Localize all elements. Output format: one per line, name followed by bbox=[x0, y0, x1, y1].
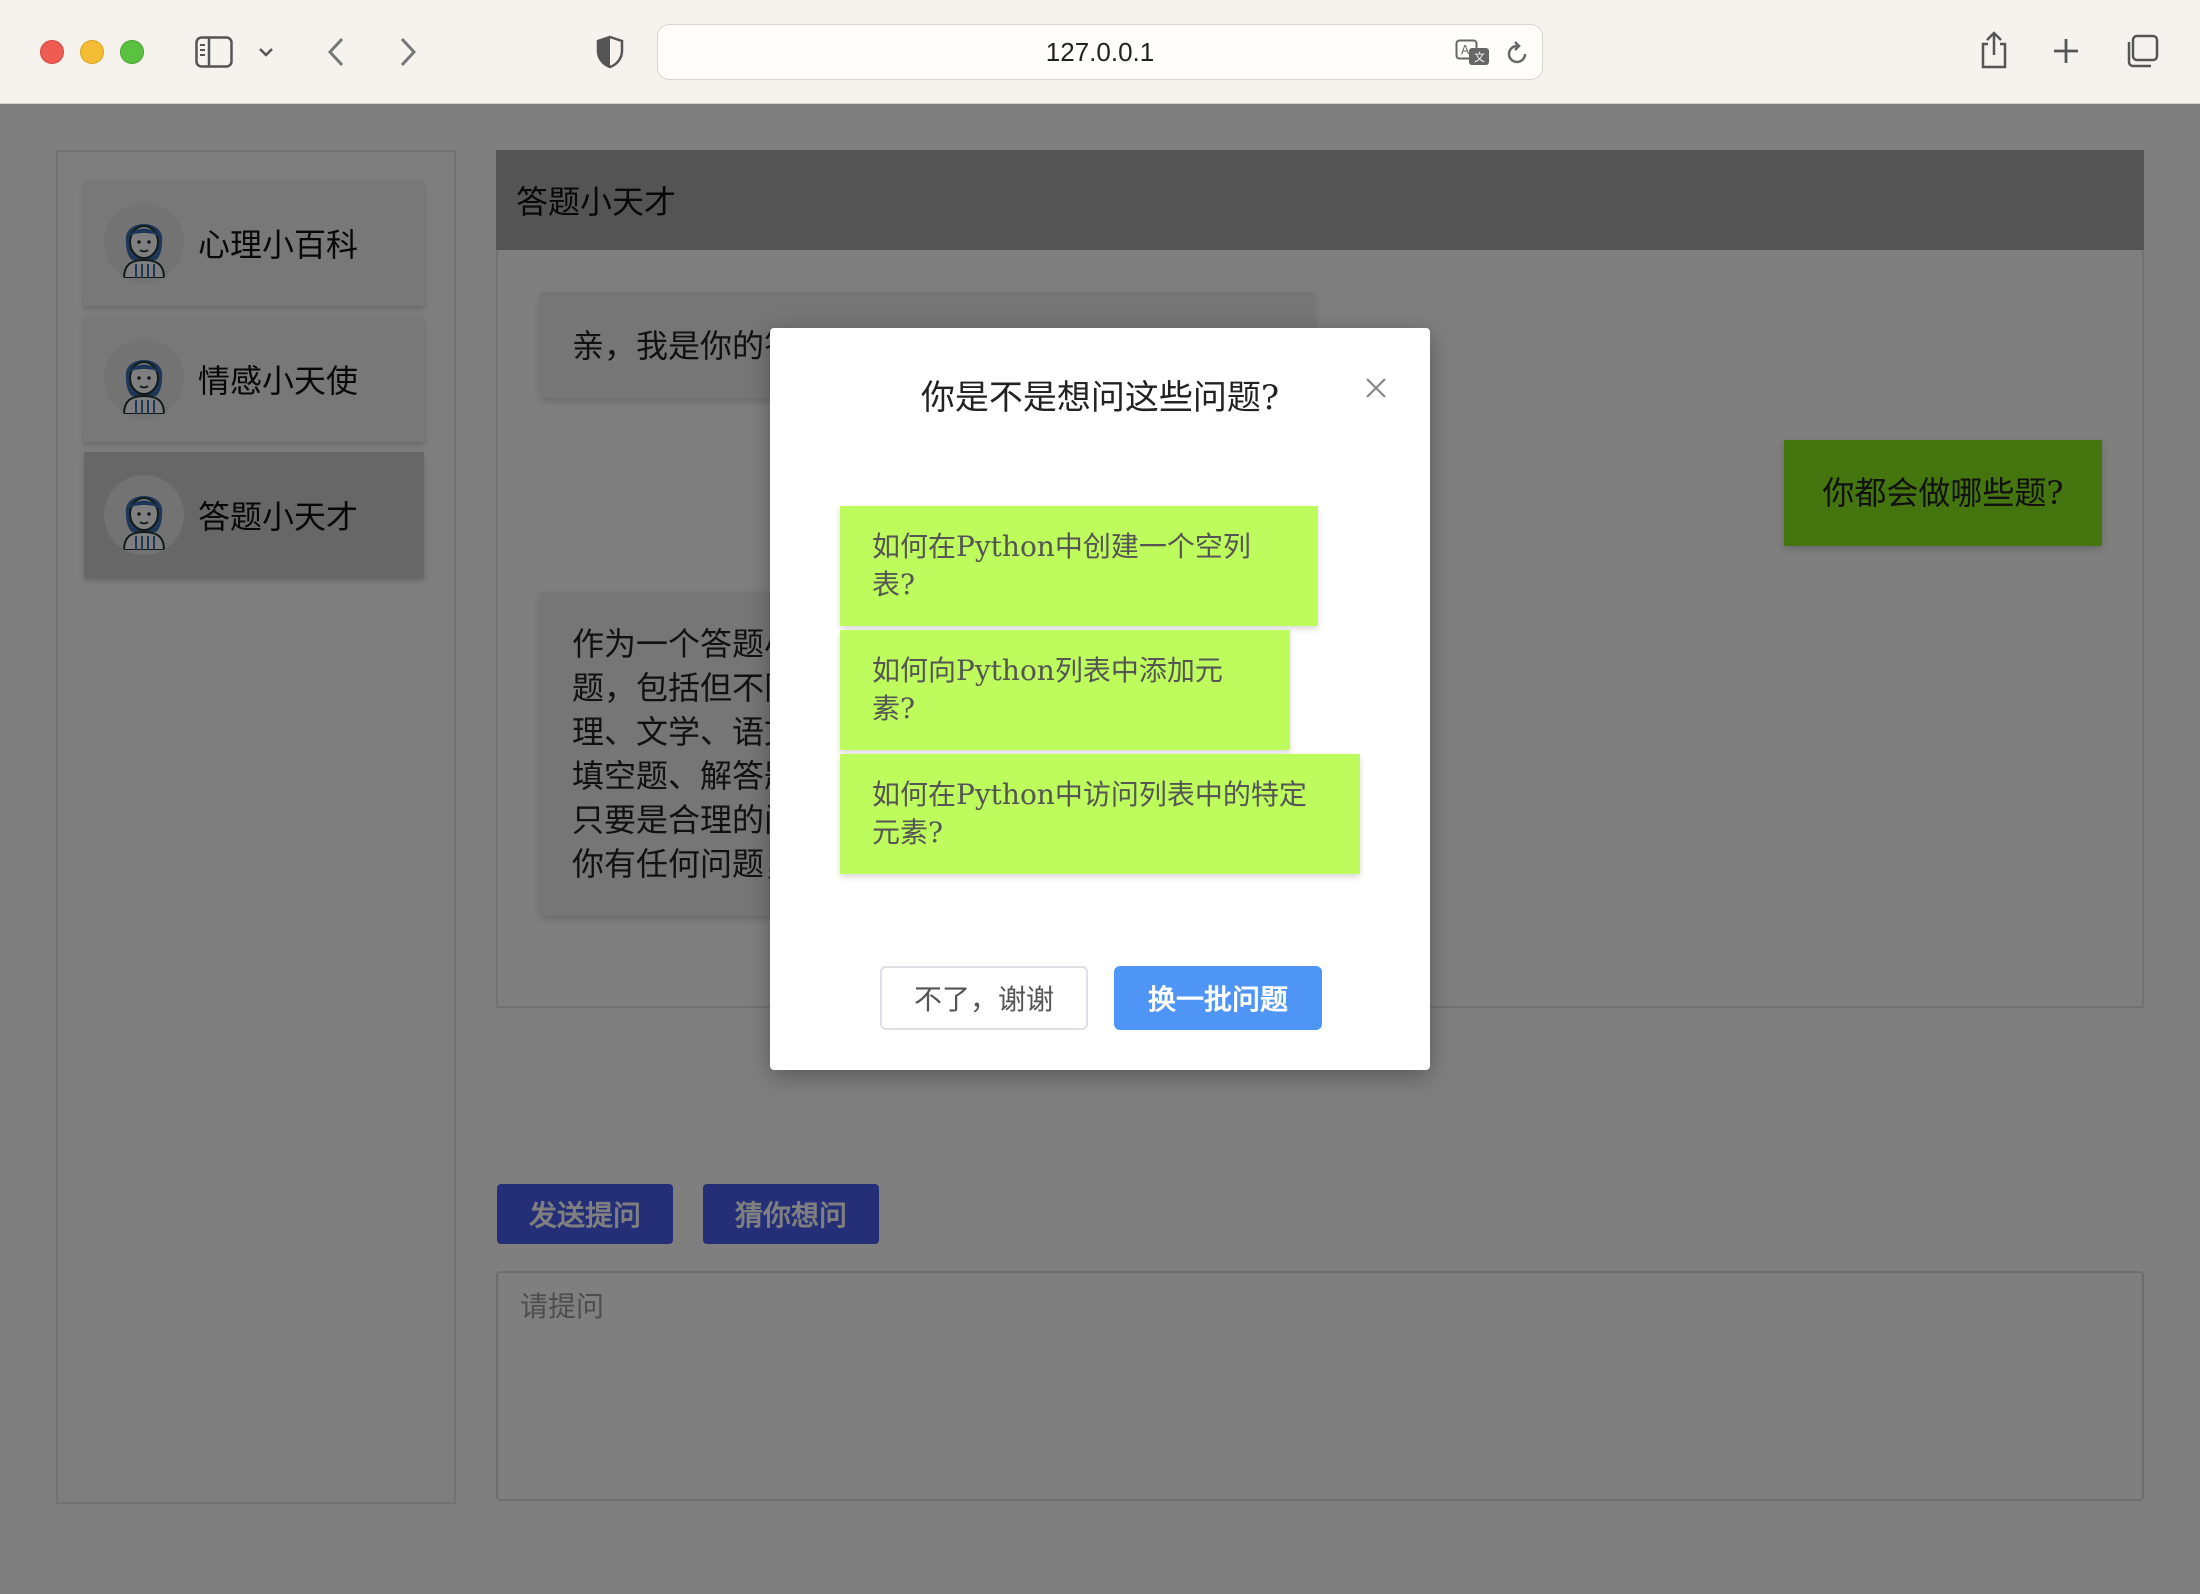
reload-icon[interactable] bbox=[1504, 39, 1530, 67]
close-icon[interactable] bbox=[1362, 374, 1390, 402]
minimize-window-button[interactable] bbox=[80, 40, 104, 64]
forward-icon[interactable] bbox=[394, 34, 422, 70]
shield-icon[interactable] bbox=[594, 34, 626, 70]
close-window-button[interactable] bbox=[40, 40, 64, 64]
suggestion-dialog: 你是不是想问这些问题? 如何在Python中创建一个空列表? 如何向Python… bbox=[770, 328, 1430, 1070]
decline-button[interactable]: 不了，谢谢 bbox=[880, 966, 1088, 1030]
browser-toolbar: 127.0.0.1 A文 bbox=[0, 0, 2200, 104]
share-icon[interactable] bbox=[1978, 28, 2010, 72]
address-bar[interactable]: 127.0.0.1 A文 bbox=[657, 24, 1543, 80]
svg-text:A: A bbox=[1461, 43, 1470, 57]
chevron-down-icon[interactable] bbox=[256, 40, 276, 64]
refresh-questions-button[interactable]: 换一批问题 bbox=[1114, 966, 1322, 1030]
suggestion-item[interactable]: 如何在Python中访问列表中的特定元素? bbox=[840, 754, 1360, 874]
back-icon[interactable] bbox=[322, 34, 350, 70]
sidebar-toggle-icon[interactable] bbox=[194, 34, 234, 70]
suggestion-item[interactable]: 如何在Python中创建一个空列表? bbox=[840, 506, 1318, 626]
new-tab-icon[interactable] bbox=[2050, 34, 2082, 68]
url-text: 127.0.0.1 bbox=[1045, 36, 1155, 67]
tab-overview-icon[interactable] bbox=[2124, 32, 2160, 70]
svg-text:文: 文 bbox=[1474, 50, 1485, 64]
suggestion-item[interactable]: 如何向Python列表中添加元素? bbox=[840, 630, 1290, 750]
zoom-window-button[interactable] bbox=[120, 40, 144, 64]
translate-icon[interactable]: A文 bbox=[1454, 37, 1492, 69]
dialog-title: 你是不是想问这些问题? bbox=[920, 378, 1280, 418]
